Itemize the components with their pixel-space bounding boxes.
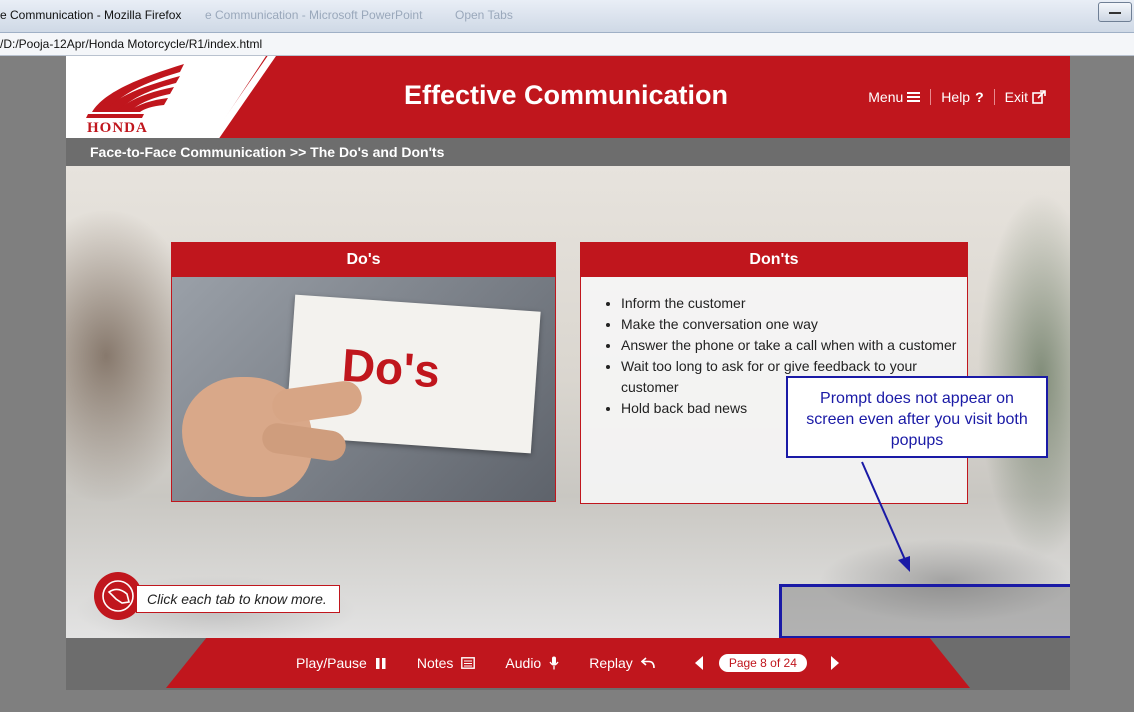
- annotation-arrow-icon: [861, 461, 910, 572]
- course-header: HONDA Effective Communication Menu Help …: [66, 56, 1070, 138]
- replay-button[interactable]: Replay: [589, 655, 655, 671]
- click-hand-icon: [102, 580, 134, 612]
- exit-label: Exit: [1004, 89, 1028, 105]
- audio-button[interactable]: Audio: [505, 655, 559, 671]
- breadcrumb: Face-to-Face Communication >> The Do's a…: [66, 138, 1070, 166]
- list-item: Make the conversation one way: [621, 314, 967, 335]
- browser-titlebar: e Communication - Mozilla Firefox e Comm…: [0, 0, 1134, 33]
- ghost-tab: Open Tabs: [455, 8, 513, 22]
- help-label: Help: [941, 89, 971, 105]
- exit-button[interactable]: Exit: [995, 89, 1056, 105]
- instruction-badge: [94, 572, 142, 620]
- notes-button[interactable]: Notes: [417, 655, 476, 671]
- dos-title: Do's: [172, 243, 555, 277]
- menu-button[interactable]: Menu: [858, 89, 930, 105]
- player-controls: Play/Pause Notes Audio Replay Page 8 of …: [296, 638, 841, 688]
- play-pause-button[interactable]: Play/Pause: [296, 655, 387, 671]
- list-item: Inform the customer: [621, 293, 967, 314]
- microphone-icon: [549, 656, 559, 670]
- window-title: e Communication - Mozilla Firefox: [0, 8, 182, 22]
- ghost-tab: e Communication - Microsoft PowerPoint: [205, 8, 423, 22]
- page-indicator: Page 8 of 24: [718, 654, 807, 672]
- instruction-text: Click each tab to know more.: [136, 585, 340, 613]
- honda-logo-text: HONDA: [87, 120, 148, 136]
- content-area: Do's Do's Don'ts Inform the customer Mak…: [66, 166, 1070, 638]
- address-bar[interactable]: /D:/Pooja-12Apr/Honda Motorcycle/R1/inde…: [0, 33, 1134, 56]
- list-item: Answer the phone or take a call when wit…: [621, 335, 967, 356]
- play-pause-label: Play/Pause: [296, 655, 367, 671]
- menu-label: Menu: [868, 89, 904, 105]
- dos-tab[interactable]: Do's Do's: [171, 242, 556, 502]
- pause-icon: [375, 657, 386, 669]
- footer: Play/Pause Notes Audio Replay Page 8 of …: [66, 638, 1070, 690]
- notes-label: Notes: [416, 655, 454, 671]
- annotation-highlight-box: [779, 584, 1070, 638]
- course-stage: HONDA Effective Communication Menu Help …: [66, 56, 1070, 690]
- honda-wing-icon: [86, 64, 184, 118]
- replay-label: Replay: [589, 655, 633, 671]
- url-text: /D:/Pooja-12Apr/Honda Motorcycle/R1/inde…: [0, 37, 263, 51]
- help-button[interactable]: Help ?: [931, 89, 993, 105]
- breadcrumb-text: Face-to-Face Communication >> The Do's a…: [90, 144, 445, 160]
- review-annotation: Prompt does not appear on screen even af…: [786, 376, 1048, 458]
- dos-card-image: Do's: [172, 277, 555, 501]
- donts-title: Don'ts: [581, 243, 967, 277]
- notes-icon: [461, 657, 476, 669]
- previous-page-icon[interactable]: [693, 655, 705, 671]
- question-mark-icon: ?: [975, 89, 984, 105]
- hamburger-icon: [907, 92, 921, 102]
- external-link-icon: [1032, 90, 1046, 104]
- course-title: Effective Communication: [403, 80, 729, 110]
- top-nav: Menu Help ? Exit: [858, 89, 1056, 105]
- next-page-icon[interactable]: [829, 655, 841, 671]
- replay-icon: [640, 657, 655, 669]
- minimize-button[interactable]: [1098, 2, 1132, 22]
- audio-label: Audio: [505, 655, 542, 671]
